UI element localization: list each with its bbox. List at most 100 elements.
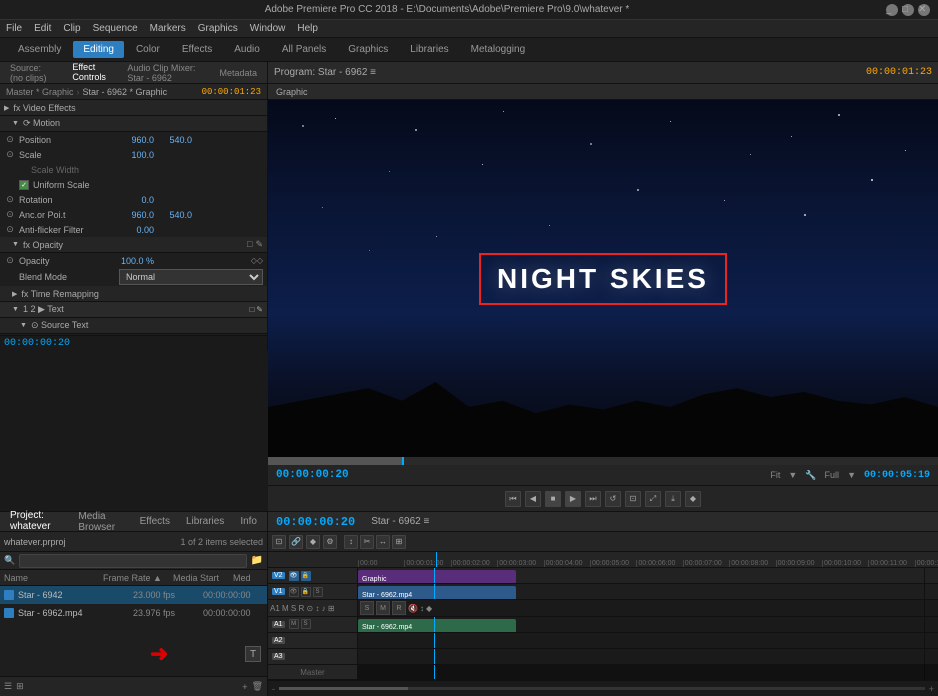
workspace-editing[interactable]: Editing (73, 41, 124, 58)
new-item-icon[interactable]: + (242, 682, 247, 692)
a1-mute-icon[interactable]: 🔇 (408, 604, 418, 613)
current-timecode[interactable]: 00:00:00:20 (276, 469, 349, 481)
zoom-in-icon[interactable]: + (929, 684, 934, 694)
menu-window[interactable]: Window (250, 23, 286, 34)
tab-metadata[interactable]: Metadata (213, 66, 263, 80)
section-motion[interactable]: ▼ ⟳ Motion (0, 116, 267, 132)
minimize-button[interactable]: _ (886, 4, 898, 16)
resolution-label[interactable]: Full (825, 470, 840, 480)
tab-effect-controls[interactable]: Effect Controls (66, 60, 117, 86)
timeline-timecode[interactable]: 00:00:00:20 (268, 515, 363, 529)
tab-source-clips[interactable]: Source: (no clips) (4, 61, 62, 85)
position-x[interactable]: 960.0 (119, 135, 154, 145)
a1-ctrl-m[interactable]: M (289, 619, 299, 629)
workspace-assembly[interactable]: Assembly (8, 41, 71, 58)
section-video-effects[interactable]: ▶ fx Video Effects (0, 100, 267, 116)
track-v1-area[interactable]: Star - 6962.mp4 (358, 584, 924, 599)
project-icon-icon[interactable]: ⊞ (16, 681, 24, 692)
project-item-star6942[interactable]: Star - 6942 23.000 fps 00:00:00:00 (0, 586, 267, 604)
section-text[interactable]: ▼ 1 2 ▶ Text □ ✎ (0, 302, 267, 318)
a1-ctrl-s[interactable]: S (301, 619, 311, 629)
anchor-x[interactable]: 960.0 (119, 210, 154, 220)
step-back-button[interactable]: ⏮ (505, 491, 521, 507)
clip-a1-audio[interactable]: Star - 6962.mp4 (358, 619, 516, 632)
search-input[interactable] (19, 554, 246, 568)
menu-sequence[interactable]: Sequence (93, 23, 138, 34)
tab-info[interactable]: Info (234, 515, 263, 528)
maximize-button[interactable]: □ (902, 4, 914, 16)
a1-s-btn[interactable]: S (360, 601, 374, 615)
tab-project[interactable]: Project: whatever (4, 509, 68, 535)
v1-s-btn[interactable]: S (313, 587, 323, 597)
tl-snap-button[interactable]: ⊡ (272, 535, 286, 549)
monitor-timebar[interactable] (268, 457, 938, 465)
export-frame-button[interactable]: ⤓ (665, 491, 681, 507)
tl-add-marker-button[interactable]: ◆ (306, 535, 320, 549)
menu-help[interactable]: Help (297, 23, 318, 34)
clip-v1-video[interactable]: Star - 6962.mp4 (358, 586, 516, 599)
section-opacity[interactable]: ▼ fx Opacity □ ✎ (0, 237, 267, 253)
a1-r-btn[interactable]: R (392, 601, 406, 615)
zoom-out-icon[interactable]: - (272, 684, 275, 694)
a1-m-btn[interactable]: M (376, 601, 390, 615)
track-master-area[interactable] (358, 665, 924, 679)
a1-keyframe-icon[interactable]: ◆ (426, 604, 432, 613)
scale-value[interactable]: 100.0 (119, 150, 154, 160)
track-v2-area[interactable]: Graphic (358, 568, 924, 583)
tab-audio-clip-mixer[interactable]: Audio Clip Mixer: Star - 6962 (121, 61, 209, 85)
clip-graphic[interactable]: Graphic (358, 570, 516, 583)
rotation-value[interactable]: 0.0 (119, 195, 154, 205)
project-item-star6962[interactable]: Star - 6962.mp4 23.976 fps 00:00:00:00 (0, 604, 267, 622)
tab-effects[interactable]: Effects (134, 515, 176, 528)
menu-file[interactable]: File (6, 23, 22, 34)
tl-nudge-tool[interactable]: ⊞ (392, 535, 406, 549)
track-a3-area[interactable] (358, 649, 924, 664)
workspace-color[interactable]: Color (126, 41, 170, 58)
v1-eye-btn[interactable]: 👁 (289, 587, 299, 597)
v2-lock-btn[interactable]: 🔒 (301, 571, 311, 581)
v1-lock-btn[interactable]: 🔒 (301, 587, 311, 597)
workspace-effects[interactable]: Effects (172, 41, 222, 58)
play-button[interactable]: ▶ (565, 491, 581, 507)
workspace-libraries[interactable]: Libraries (400, 41, 458, 58)
uniform-scale-checkbox[interactable]: ✓ (19, 180, 29, 190)
close-button[interactable]: ✕ (918, 4, 930, 16)
anchor-y[interactable]: 540.0 (157, 210, 192, 220)
position-y[interactable]: 540.0 (157, 135, 192, 145)
tl-move-tool[interactable]: ↕ (344, 535, 358, 549)
workspace-all-panels[interactable]: All Panels (272, 41, 336, 58)
menu-graphics[interactable]: Graphics (198, 23, 238, 34)
opacity-value[interactable]: 100.0 % (119, 256, 154, 266)
section-time-remap[interactable]: ▶ fx Time Remapping (0, 286, 267, 302)
trash-icon[interactable]: 🗑 (252, 681, 263, 692)
workspace-graphics[interactable]: Graphics (338, 41, 398, 58)
project-list-icon[interactable]: ☰ (4, 681, 12, 692)
menu-edit[interactable]: Edit (34, 23, 51, 34)
anti-flicker-value[interactable]: 0.00 (119, 225, 154, 235)
step-forward-button[interactable]: ⏭ (585, 491, 601, 507)
add-marker-button[interactable]: ◆ (685, 491, 701, 507)
track-a2-area[interactable] (358, 633, 924, 648)
fit-label[interactable]: Fit (770, 470, 780, 480)
safe-margins-button[interactable]: ⊡ (625, 491, 641, 507)
section-source-text[interactable]: ▼ ⊙ Source Text (0, 318, 267, 334)
blend-mode-select[interactable]: Normal (119, 269, 263, 285)
tl-link-button[interactable]: 🔗 (289, 535, 303, 549)
tab-media-browser[interactable]: Media Browser (72, 510, 129, 534)
zoom-dropdown[interactable]: ▼ (788, 470, 797, 480)
timeline-zoom-slider[interactable] (279, 687, 925, 690)
menu-clip[interactable]: Clip (63, 23, 80, 34)
wrench-icon[interactable]: 🔧 (805, 470, 816, 481)
tl-settings-button[interactable]: ⚙ (323, 535, 337, 549)
resolution-dropdown[interactable]: ▼ (847, 470, 856, 480)
tl-razor-tool[interactable]: ✂ (360, 535, 374, 549)
workspace-metalogging[interactable]: Metalogging (461, 41, 535, 58)
tl-slip-tool[interactable]: ↔ (376, 535, 390, 549)
stop-button[interactable]: ■ (545, 491, 561, 507)
track-a1-area[interactable]: Star - 6962.mp4 (358, 617, 924, 632)
text-tool-icon[interactable]: T (245, 646, 261, 662)
play-back-button[interactable]: ◀ (525, 491, 541, 507)
full-screen-button[interactable]: ⤢ (645, 491, 661, 507)
loop-button[interactable]: ↺ (605, 491, 621, 507)
tab-libraries[interactable]: Libraries (180, 515, 230, 528)
